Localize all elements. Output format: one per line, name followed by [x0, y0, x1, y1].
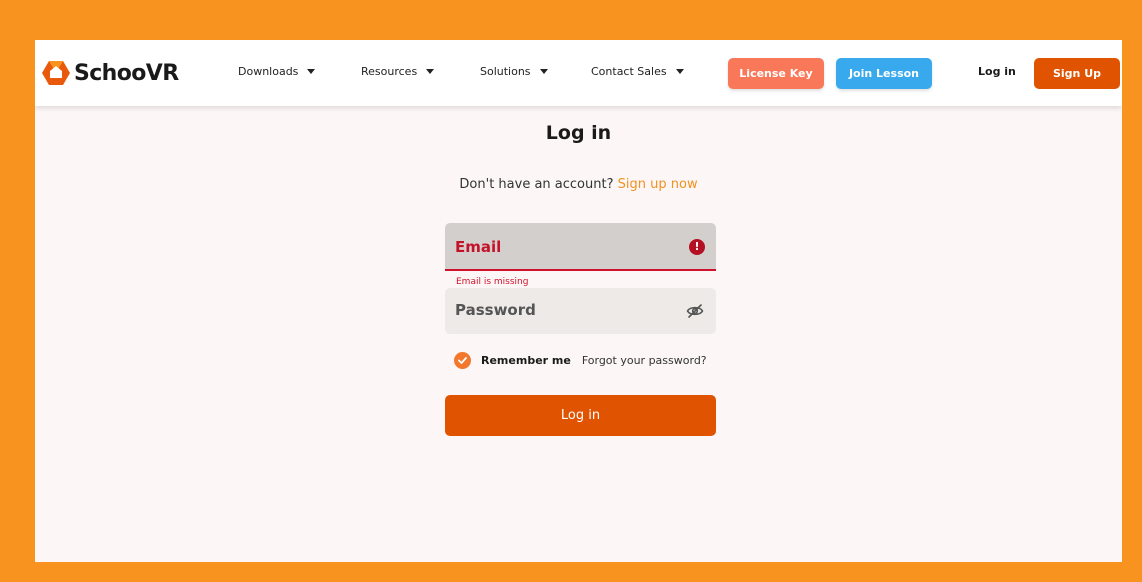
checkmark-icon: [458, 357, 467, 364]
login-submit-button[interactable]: Log in: [445, 395, 716, 436]
nav-contact-sales[interactable]: Contact Sales: [591, 65, 684, 78]
error-icon: !: [689, 239, 705, 255]
page-title: Log in: [545, 122, 612, 144]
no-account-text: Don't have an account?: [459, 177, 614, 192]
nav-solutions[interactable]: Solutions: [480, 65, 548, 78]
email-field[interactable]: Email !: [445, 223, 716, 271]
forgot-password-link[interactable]: Forgot your password?: [582, 354, 707, 367]
eye-off-icon[interactable]: [686, 303, 704, 319]
license-key-button[interactable]: License Key: [728, 58, 824, 89]
schoovr-logo-icon: [42, 61, 70, 85]
signup-prompt: Don't have an account? Sign up now: [35, 177, 1122, 192]
brand-logo[interactable]: SchooVR: [41, 59, 179, 87]
remember-me-checkbox[interactable]: [454, 352, 471, 369]
nav-downloads-label: Downloads: [238, 65, 299, 78]
chevron-down-icon: [426, 69, 435, 74]
sign-up-button[interactable]: Sign Up: [1034, 58, 1120, 89]
chevron-down-icon: [307, 69, 316, 74]
top-navbar: SchooVR Downloads Resources Solutions Co…: [35, 40, 1122, 106]
password-field[interactable]: Password: [445, 288, 716, 334]
nav-login-link[interactable]: Log in: [978, 65, 1016, 78]
remember-me-label[interactable]: Remember me: [481, 354, 571, 367]
sign-up-now-link[interactable]: Sign up now: [618, 177, 698, 192]
browser-viewport: SchooVR Downloads Resources Solutions Co…: [35, 40, 1122, 562]
nav-resources[interactable]: Resources: [361, 65, 435, 78]
join-lesson-button[interactable]: Join Lesson: [836, 58, 932, 89]
chevron-down-icon: [675, 69, 684, 74]
email-error-message: Email is missing: [456, 277, 529, 287]
nav-solutions-label: Solutions: [480, 65, 531, 78]
chevron-down-icon: [539, 69, 548, 74]
remember-row: Remember me Forgot your password?: [454, 352, 707, 369]
nav-downloads[interactable]: Downloads: [238, 65, 316, 78]
email-label: Email: [455, 238, 502, 256]
nav-contact-sales-label: Contact Sales: [591, 65, 667, 78]
nav-resources-label: Resources: [361, 65, 418, 78]
password-label: Password: [455, 301, 536, 319]
brand-name: SchooVR: [74, 60, 179, 86]
